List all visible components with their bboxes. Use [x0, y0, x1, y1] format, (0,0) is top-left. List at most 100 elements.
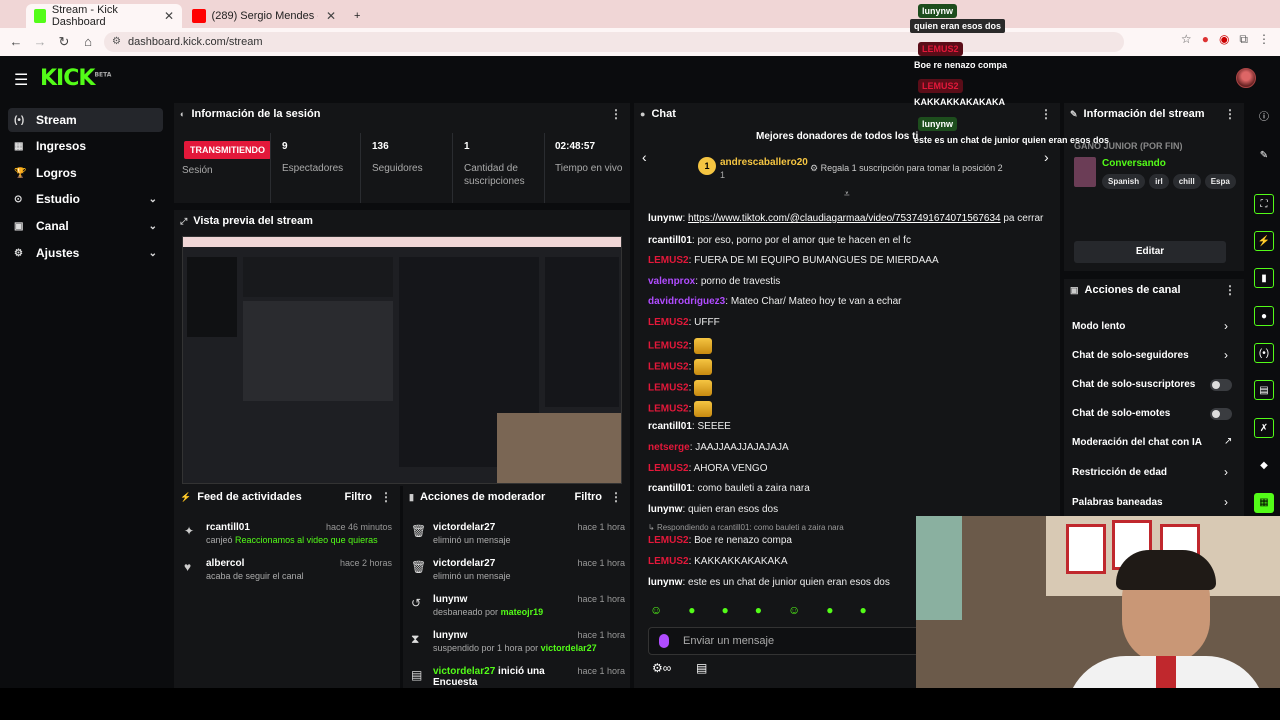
- chat-username[interactable]: LEMUS2: [648, 535, 689, 546]
- wrench-icon[interactable]: ✗: [1254, 418, 1274, 438]
- hamburger-menu-icon[interactable]: ☰: [14, 70, 28, 90]
- action-age-restriction[interactable]: Restricción de edad: [1072, 467, 1232, 478]
- sidebar-item-canal[interactable]: ▣ Canal ⌄: [8, 214, 163, 238]
- chat-username[interactable]: LEMUS2: [648, 383, 689, 394]
- chat-input[interactable]: Enviar un mensaje: [648, 627, 928, 655]
- stat-value: 02:48:57: [555, 141, 596, 152]
- chat-username[interactable]: LEMUS2: [648, 255, 689, 266]
- chat-username[interactable]: LEMUS2: [648, 463, 689, 474]
- chat-username[interactable]: davidrodriguez3: [648, 296, 725, 307]
- kick-logo[interactable]: KICKBETA: [40, 66, 111, 91]
- action-ai-moderation[interactable]: Moderación del chat con IA: [1072, 437, 1232, 448]
- settings-icon[interactable]: ⚙∞: [652, 661, 671, 675]
- subs-only-toggle[interactable]: [1210, 379, 1232, 391]
- more-options-icon[interactable]: ⋮: [1224, 283, 1236, 297]
- action-banned-words[interactable]: Palabras baneadas: [1072, 497, 1232, 508]
- puzzle-icon[interactable]: ⧉: [1239, 32, 1248, 47]
- layout-icon[interactable]: ▤: [1254, 380, 1274, 400]
- overlay-message: Boe re nenazo compa: [914, 60, 1008, 70]
- emotes-only-toggle[interactable]: [1210, 408, 1232, 420]
- panel-header: ◐ Información de la sesión ⋮: [174, 103, 630, 125]
- new-tab-button[interactable]: +: [346, 4, 368, 28]
- action-followers-only[interactable]: Chat de solo-seguidores: [1072, 350, 1232, 361]
- chat-username[interactable]: lunynw: [648, 213, 682, 224]
- more-options-icon[interactable]: ⋮: [380, 490, 392, 504]
- info-icon[interactable]: ⓘ: [1254, 108, 1274, 128]
- forward-icon[interactable]: →: [28, 34, 52, 49]
- more-options-icon[interactable]: ⋮: [610, 490, 622, 504]
- chat-username[interactable]: rcantill01: [648, 421, 692, 432]
- external-link-icon[interactable]: ↗: [1224, 436, 1232, 447]
- chat-message: LEMUS2:: [648, 380, 1060, 396]
- more-options-icon[interactable]: ⋮: [1224, 107, 1236, 121]
- chat-username[interactable]: LEMUS2: [648, 362, 689, 373]
- gift-prompt[interactable]: ⚙ Regala 1 suscripción para tomar la pos…: [810, 163, 1003, 174]
- chat-bubble-icon[interactable]: ●: [1254, 306, 1274, 326]
- stream-preview-video[interactable]: [182, 236, 622, 484]
- chevron-right-icon[interactable]: ›: [1224, 319, 1228, 333]
- chat-username[interactable]: LEMUS2: [648, 317, 689, 328]
- chat-username[interactable]: LEMUS2: [648, 341, 689, 352]
- fullscreen-icon[interactable]: ⛶: [1254, 194, 1274, 214]
- back-icon[interactable]: ←: [4, 34, 28, 49]
- chevron-right-icon[interactable]: ›: [1044, 149, 1049, 165]
- emote-icon[interactable]: ●: [755, 603, 762, 617]
- action-slow-mode[interactable]: Modo lento: [1072, 321, 1232, 332]
- sidebar-item-estudio[interactable]: ⊙ Estudio ⌄: [8, 187, 163, 211]
- emote-icon[interactable]: ●: [722, 603, 729, 617]
- session-label: Sesión: [182, 165, 213, 176]
- more-options-icon[interactable]: ⋮: [1040, 107, 1052, 121]
- lightning-icon[interactable]: ⚡: [1254, 231, 1274, 251]
- chevron-right-icon[interactable]: ›: [1224, 348, 1228, 362]
- chevron-right-icon[interactable]: ›: [1224, 495, 1228, 509]
- emote-icon[interactable]: ●: [860, 603, 867, 617]
- tab-youtube[interactable]: (289) Sergio Mendes - Mag ✕: [184, 4, 344, 28]
- opera-extension-icon[interactable]: ◉: [1219, 32, 1229, 47]
- menu-icon[interactable]: ⋮: [1258, 32, 1270, 47]
- chevron-right-icon[interactable]: ›: [1224, 465, 1228, 479]
- chat-username[interactable]: rcantill01: [648, 483, 692, 494]
- home-icon[interactable]: ⌂: [76, 34, 100, 49]
- chat-username[interactable]: valenprox: [648, 276, 695, 287]
- more-options-icon[interactable]: ⋮: [610, 107, 622, 121]
- gift-icon[interactable]: ▦: [1254, 493, 1274, 513]
- action-label: Palabras baneadas: [1072, 497, 1163, 508]
- chat-link[interactable]: https://www.tiktok.com/@claudiagarmaa/vi…: [688, 213, 1001, 224]
- close-icon[interactable]: ✕: [326, 9, 336, 23]
- filter-button[interactable]: Filtro: [345, 491, 373, 503]
- pencil-icon[interactable]: ✎: [1254, 146, 1274, 166]
- collapse-icon[interactable]: ⩡: [844, 189, 850, 200]
- emote-icon[interactable]: ●: [826, 603, 833, 617]
- panel-header: ⚡ Feed de actividades Filtro ⋮: [174, 486, 400, 508]
- chat-username[interactable]: rcantill01: [648, 235, 692, 246]
- tab-kick-dashboard[interactable]: Stream - Kick Dashboard ✕: [26, 4, 182, 28]
- extension-icon[interactable]: ●: [1202, 32, 1209, 47]
- sidebar-item-ajustes[interactable]: ⚙ Ajustes ⌄: [8, 241, 163, 265]
- site-info-icon[interactable]: ⚙: [112, 32, 121, 52]
- sidebar-item-ingresos[interactable]: ▦ Ingresos: [8, 134, 163, 158]
- chat-username[interactable]: LEMUS2: [648, 556, 689, 567]
- chat-username[interactable]: LEMUS2: [648, 404, 689, 415]
- emote-icon[interactable]: ●: [688, 603, 695, 617]
- chevron-left-icon[interactable]: ‹: [642, 149, 647, 165]
- chat-username[interactable]: lunynw: [648, 577, 682, 588]
- close-icon[interactable]: ✕: [164, 9, 174, 23]
- avatar[interactable]: [1236, 68, 1256, 88]
- chat-username[interactable]: netserge: [648, 442, 690, 453]
- edit-button[interactable]: Editar: [1074, 241, 1226, 263]
- chat-username[interactable]: lunynw: [648, 504, 682, 515]
- sidebar-item-stream[interactable]: (•) Stream: [8, 108, 163, 132]
- filter-button[interactable]: Filtro: [575, 491, 603, 503]
- diamond-icon[interactable]: ◆: [1254, 456, 1274, 476]
- store-icon[interactable]: ▤: [696, 661, 707, 675]
- bookmark-icon[interactable]: ☆: [1181, 32, 1192, 47]
- reload-icon[interactable]: ↻: [52, 34, 76, 50]
- card-icon[interactable]: ▮: [1254, 268, 1274, 288]
- url-field[interactable]: ⚙ dashboard.kick.com/stream: [104, 32, 1124, 52]
- broadcast-icon[interactable]: (•): [1254, 343, 1274, 363]
- mod-desc-text: suspendido por 1 hora por: [433, 643, 539, 653]
- emote-icon[interactable]: ☺: [650, 603, 662, 617]
- emote-icon[interactable]: ☺: [788, 603, 800, 617]
- shield-icon: ▮: [409, 491, 414, 502]
- sidebar-item-logros[interactable]: 🏆 Logros: [8, 161, 163, 185]
